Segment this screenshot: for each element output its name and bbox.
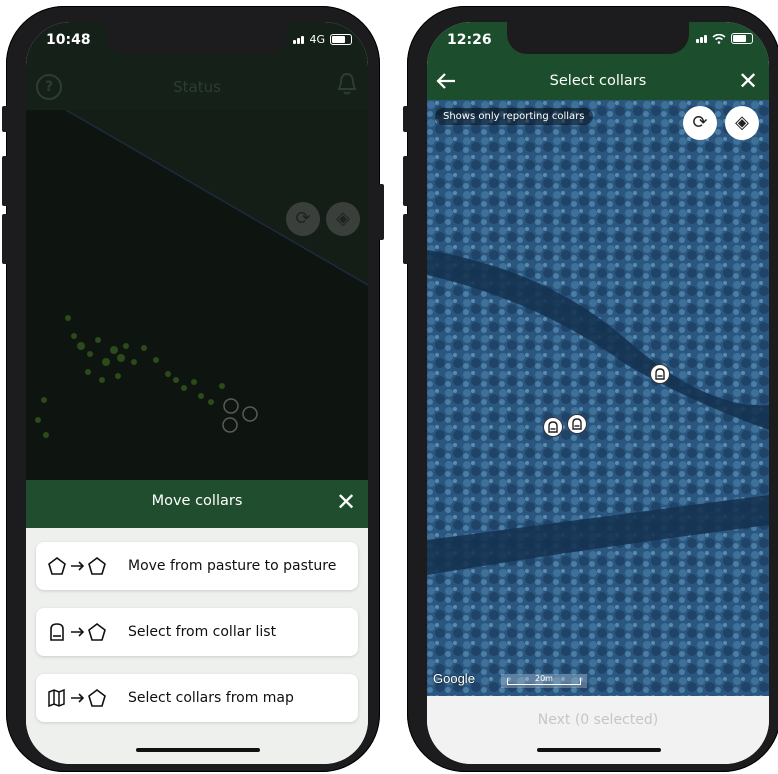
option-label: Select from collar list: [128, 624, 277, 640]
layers-button-dimmed: ◈: [326, 202, 360, 236]
volume-down-button: [403, 214, 409, 264]
pentagon-to-pentagon-icon: [36, 556, 128, 576]
signal-icon: [696, 34, 707, 43]
phone-right: Select collars ✕ 12:26 Shows only report…: [403, 6, 778, 772]
map-to-pentagon-icon: [36, 688, 128, 708]
refresh-button[interactable]: ⟳: [683, 106, 717, 140]
network-label: 4G: [309, 33, 325, 46]
collar-marker[interactable]: [543, 417, 563, 437]
bell-icon[interactable]: [336, 72, 358, 96]
map-scale: 20m: [501, 674, 587, 688]
map-view-dimmed: ⟳ ◈: [26, 110, 368, 490]
collar-marker[interactable]: [650, 364, 670, 384]
collar-marker[interactable]: [567, 414, 587, 434]
close-icon[interactable]: ✕: [737, 69, 759, 93]
status-indicators: [696, 33, 753, 44]
sheet-title: Move collars: [151, 493, 243, 509]
option-label: Select collars from map: [128, 690, 294, 706]
footer: Next (0 selected): [427, 696, 769, 764]
battery-icon: [330, 34, 352, 45]
info-pill: Shows only reporting collars: [435, 108, 593, 125]
option-select-from-map[interactable]: Select collars from map: [36, 674, 358, 722]
map-satellite-texture: [35, 110, 368, 438]
status-indicators: 4G: [293, 33, 352, 46]
phone-left: 10:48 4G ? Status ⟳ ◈ Move collars ✕ Mov…: [2, 6, 384, 772]
volume-up-button: [2, 156, 8, 206]
home-indicator: [136, 748, 260, 752]
mute-switch: [2, 106, 8, 132]
screen-right: Select collars ✕ 12:26 Shows only report…: [427, 22, 769, 764]
notch: [106, 22, 288, 54]
refresh-button-dimmed: ⟳: [286, 202, 320, 236]
notch: [507, 22, 689, 54]
option-label: Move from pasture to pasture: [128, 558, 337, 574]
page-title: Status: [173, 78, 221, 96]
status-time: 10:48: [46, 32, 91, 48]
satellite-map[interactable]: Shows only reporting collars ⟳ ◈ Google …: [427, 100, 769, 696]
battery-icon: [731, 33, 753, 44]
close-icon[interactable]: ✕: [334, 490, 358, 514]
sheet-header: Move collars ✕: [26, 480, 368, 528]
wifi-icon: [712, 33, 726, 44]
page-title: Select collars: [549, 73, 647, 89]
option-pasture-to-pasture[interactable]: Move from pasture to pasture: [36, 542, 358, 590]
satellite-imagery: [427, 100, 769, 696]
google-attribution: Google: [433, 671, 475, 686]
collar-to-pentagon-icon: [36, 622, 128, 642]
volume-up-button: [403, 156, 409, 206]
scale-bar: [507, 678, 581, 685]
power-button: [378, 184, 384, 240]
home-indicator: [537, 748, 661, 752]
layers-button[interactable]: ◈: [725, 106, 759, 140]
next-button[interactable]: Next (0 selected): [427, 712, 769, 728]
volume-down-button: [2, 214, 8, 264]
mute-switch: [403, 106, 409, 132]
screen-left: 10:48 4G ? Status ⟳ ◈ Move collars ✕ Mov…: [26, 22, 368, 764]
signal-icon: [293, 35, 305, 44]
sheet-body: Move from pasture to pasture Select from…: [26, 528, 368, 764]
option-collar-list[interactable]: Select from collar list: [36, 608, 358, 656]
status-time: 12:26: [447, 32, 492, 48]
